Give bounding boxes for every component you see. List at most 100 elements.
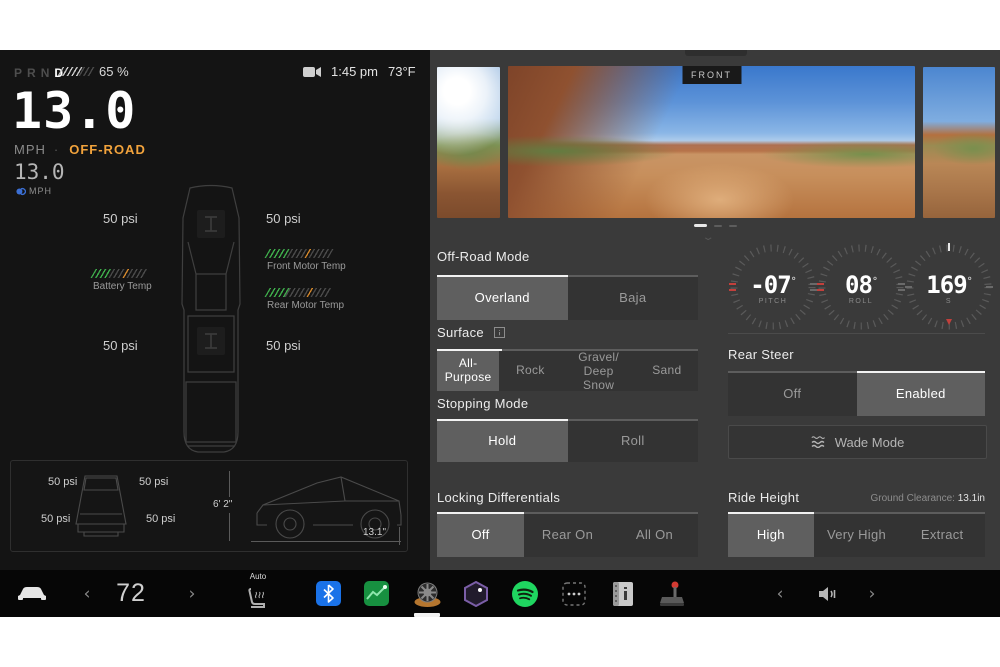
camera-carousel-dots[interactable] (430, 224, 1000, 227)
app-trading[interactable] (362, 570, 390, 617)
carousel-dot[interactable] (714, 225, 722, 227)
ride-height-extract-button[interactable]: Extract (899, 514, 985, 557)
rear-steer-segment: Off Enabled (728, 373, 985, 416)
volume-up-button[interactable]: › (860, 570, 884, 617)
wheel-speed-value: 13.0 (14, 160, 65, 184)
app-offroad-active[interactable] (412, 570, 442, 617)
vehicle-topview (174, 184, 248, 456)
vehicle-frontview (68, 470, 134, 540)
carousel-dot-active[interactable] (694, 224, 707, 227)
app-more[interactable] (560, 570, 588, 617)
ride-height-high-button[interactable]: High (728, 514, 814, 557)
camera-front[interactable]: FRONT (508, 66, 915, 218)
camera-front-badge: FRONT (682, 66, 741, 84)
locking-diff-off-button[interactable]: Off (437, 514, 524, 557)
vehicle-icon (17, 585, 47, 602)
carousel-dot[interactable] (729, 225, 737, 227)
stopping-mode-heading: Stopping Mode (437, 396, 698, 411)
rear-steer-off-button[interactable]: Off (728, 373, 857, 416)
screenshot-root: PRND 65 % 1:45 pm 73°F 13.0 MPH·OFF-ROAD… (0, 0, 1000, 667)
surface-all-purpose-button[interactable]: All-Purpose (437, 351, 499, 391)
videocam-icon[interactable] (303, 66, 321, 78)
offroad-mode-baja-button[interactable]: Baja (568, 277, 699, 320)
surface-sand-button[interactable]: Sand (636, 351, 698, 391)
ground-clearance-note: Ground Clearance: 13.1in (815, 493, 985, 504)
ride-height-very-high-button[interactable]: Very High (814, 514, 900, 557)
tesla-touchscreen: PRND 65 % 1:45 pm 73°F 13.0 MPH·OFF-ROAD… (0, 50, 1000, 617)
locking-differentials-segment: Off Rear On All On (437, 514, 698, 557)
camera-collapse-chevron-icon[interactable]: ⌄ (701, 232, 714, 243)
heading-value: 169 (926, 271, 966, 299)
wade-mode-label: Wade Mode (835, 435, 905, 450)
app-bluetooth[interactable] (314, 570, 342, 617)
tire-pressure-front-left: 50 psi (103, 211, 138, 226)
offroad-wheel-icon (414, 581, 441, 607)
vehicle-controls-button[interactable] (12, 570, 52, 617)
gear-p: P (14, 66, 27, 80)
spotify-icon (512, 581, 538, 607)
speed-value: 13.0 (12, 82, 136, 140)
cluster-panel: PRND 65 % 1:45 pm 73°F 13.0 MPH·OFF-ROAD… (0, 50, 430, 570)
camera-right-repeater[interactable] (923, 67, 995, 218)
front-motor-temp-gauge (264, 249, 333, 258)
surface-heading: Surface (437, 325, 698, 340)
battery-percent: 65 % (99, 64, 129, 79)
locking-differentials-heading: Locking Differentials (437, 490, 698, 505)
gear-r: R (27, 66, 41, 80)
manual-icon (611, 581, 635, 607)
surface-rock-button[interactable]: Rock (499, 351, 561, 391)
pitch-label: PITCH (729, 298, 817, 305)
vehicle-height-label: 6' 2" (213, 499, 232, 510)
locking-diff-rear-on-button[interactable]: Rear On (524, 514, 611, 557)
offroad-panel: FRONT ⌄ Off-Road Mode Overland Baja Surf… (430, 50, 1000, 570)
pitch-gauge: -07° PITCH (729, 243, 817, 331)
front-tire-fr: 50 psi (139, 476, 168, 488)
stopping-mode-roll-button[interactable]: Roll (568, 421, 699, 462)
seat-auto-label: Auto (240, 572, 276, 581)
pitch-value: -07 (750, 271, 790, 299)
battery-gauge-icon (57, 67, 94, 76)
offroad-mode-overland-button[interactable]: Overland (437, 277, 568, 320)
wheel-speed-icon (16, 187, 26, 196)
app-manual[interactable] (608, 570, 638, 617)
app-arcade[interactable] (656, 570, 688, 617)
active-app-indicator (414, 613, 440, 617)
front-tire-rl: 50 psi (41, 513, 70, 525)
roll-value: 08 (845, 271, 872, 299)
surface-info-icon[interactable] (494, 327, 505, 338)
rear-steer-enabled-button[interactable]: Enabled (857, 373, 986, 416)
tire-pressure-rear-left: 50 psi (103, 338, 138, 353)
more-apps-icon (562, 582, 586, 606)
cabin-temp[interactable]: 72 (103, 570, 159, 617)
temp-down-button[interactable]: ‹ (75, 570, 99, 617)
stopping-mode-hold-button[interactable]: Hold (437, 421, 568, 462)
battery-temp-gauge (90, 269, 149, 278)
ride-height-segment: High Very High Extract (728, 514, 985, 557)
tire-pressure-rear-right: 50 psi (266, 338, 301, 353)
surface-gravel-deep-snow-button[interactable]: Gravel/ Deep Snow (562, 351, 636, 391)
camera-left-repeater[interactable] (437, 67, 500, 218)
roll-label: ROLL (817, 298, 905, 305)
drive-mode-badge: OFF-ROAD (69, 142, 146, 157)
roll-gauge: 08° ROLL (817, 243, 905, 331)
app-beacon[interactable] (461, 570, 491, 617)
outside-temp: 73°F (388, 64, 416, 79)
speed-unit: MPH (14, 142, 46, 157)
seat-heater-button[interactable]: Auto (240, 570, 276, 617)
temp-up-button[interactable]: › (180, 570, 204, 617)
wheel-speed-unit-row: MPH (16, 186, 52, 196)
wade-mode-button[interactable]: Wade Mode (728, 425, 987, 459)
offroad-mode-heading: Off-Road Mode (437, 249, 698, 264)
wade-waves-icon (811, 436, 827, 448)
app-spotify[interactable] (510, 570, 540, 617)
panel-drag-handle[interactable] (685, 50, 747, 56)
bluetooth-icon (316, 581, 341, 606)
stopping-mode-segment: Hold Roll (437, 421, 698, 462)
volume-down-button[interactable]: ‹ (768, 570, 792, 617)
volume-button[interactable] (812, 570, 844, 617)
locking-diff-all-on-button[interactable]: All On (611, 514, 698, 557)
vehicle-dimensions-panel: 50 psi 50 psi 50 psi 50 psi 6' 2" (10, 460, 408, 552)
offroad-mode-segment: Overland Baja (437, 277, 698, 320)
seat-heater-icon (247, 587, 269, 609)
front-tire-rr: 50 psi (146, 513, 175, 525)
